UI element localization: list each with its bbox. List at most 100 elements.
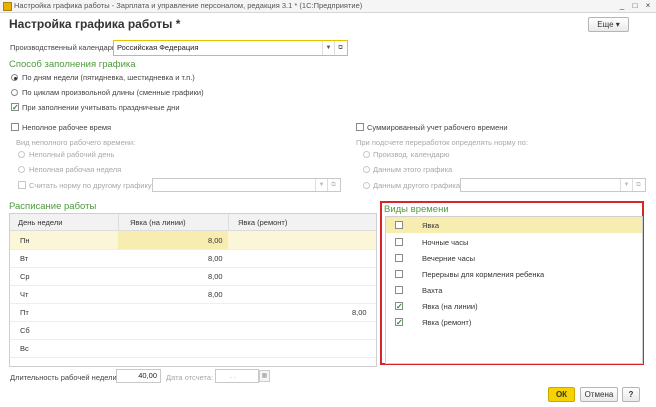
col-divider xyxy=(118,214,119,230)
radio-by-weekdays[interactable] xyxy=(11,74,18,81)
time-type-label: Явка xyxy=(422,221,440,230)
row-day: Пн xyxy=(20,236,30,245)
radio-this-schedule-label: Данным этого графика xyxy=(373,165,453,174)
row-day: Вт xyxy=(20,254,29,263)
time-type-label: Вахта xyxy=(422,286,443,295)
row-repair: 8,00 xyxy=(352,308,367,317)
row-line: 8,00 xyxy=(208,272,223,281)
table-row[interactable]: Чт 8,00 xyxy=(10,285,376,304)
overtime-label: При подсчете переработок определять норм… xyxy=(356,138,528,147)
time-types-panel: Виды времени Явка Ночные часы Вечерние ч… xyxy=(380,201,644,365)
col-divider xyxy=(228,214,229,230)
open-icon[interactable]: ⧉ xyxy=(632,179,644,191)
window-title: Настройка графика работы - Зарплата и уп… xyxy=(14,1,363,10)
list-item[interactable]: ✓ Явка (на линии) xyxy=(386,298,642,314)
radio-this-schedule[interactable] xyxy=(363,166,370,173)
time-type-checkbox[interactable]: ✓ xyxy=(395,302,403,311)
close-window-button[interactable]: × xyxy=(643,1,653,10)
time-type-checkbox[interactable] xyxy=(395,270,403,278)
radio-other-schedule-label: Данным другого графика xyxy=(373,181,461,190)
time-type-checkbox[interactable] xyxy=(395,221,403,229)
norm-other-checkbox[interactable] xyxy=(18,181,26,189)
calendar-field[interactable]: Российская Федерация ▼ ⧉ xyxy=(113,40,348,56)
schedule-title: Расписание работы xyxy=(9,201,97,212)
norm-other-label: Считать норму по другому графику: xyxy=(29,181,154,190)
part-time-checkbox[interactable] xyxy=(11,123,19,131)
row-day: Сб xyxy=(20,326,30,335)
table-row[interactable]: Вт 8,00 xyxy=(10,249,376,268)
summary-label: Суммированный учет рабочего времени xyxy=(367,123,508,132)
calendar-icon[interactable]: ▦ xyxy=(259,370,270,382)
open-icon[interactable]: ⧉ xyxy=(334,41,346,55)
table-row[interactable]: Вс xyxy=(10,339,376,358)
time-type-checkbox[interactable]: ✓ xyxy=(395,318,403,327)
time-type-label: Явка (на линии) xyxy=(422,302,478,311)
chevron-down-icon[interactable]: ▼ xyxy=(322,41,334,55)
schedule-header: День недели Явка (на линии) Явка (ремонт… xyxy=(10,214,376,231)
summary-checkbox[interactable] xyxy=(356,123,364,131)
col-day: День недели xyxy=(18,218,63,227)
chevron-down-icon[interactable]: ▼ xyxy=(620,179,632,191)
radio-by-cycles[interactable] xyxy=(11,89,18,96)
radio-prod-calendar-label: Производ. календарю xyxy=(373,150,450,159)
list-item[interactable]: Вахта xyxy=(386,282,642,298)
table-row[interactable]: Сб xyxy=(10,321,376,340)
holidays-checkbox[interactable]: ✓ xyxy=(11,103,19,112)
row-day: Вс xyxy=(20,344,29,353)
list-item[interactable]: Явка xyxy=(386,217,642,233)
ok-button[interactable]: ОК xyxy=(548,387,575,402)
week-length-value: 40,00 xyxy=(138,371,157,380)
holidays-label: При заполнении учитывать праздничные дни xyxy=(22,103,180,112)
cancel-button[interactable]: Отмена xyxy=(580,387,618,402)
table-row[interactable]: Ср 8,00 xyxy=(10,267,376,286)
row-day: Чт xyxy=(20,290,29,299)
time-type-label: Явка (ремонт) xyxy=(422,318,472,327)
schedule-table: День недели Явка (на линии) Явка (ремонт… xyxy=(9,213,377,367)
week-length-field[interactable]: 40,00 xyxy=(116,369,161,383)
start-date-field[interactable]: . . xyxy=(215,369,259,383)
maximize-button[interactable]: □ xyxy=(630,1,640,10)
more-menu-button[interactable]: Еще ▾ xyxy=(588,17,629,32)
row-line: 8,00 xyxy=(208,254,223,263)
row-line: 8,00 xyxy=(208,236,223,245)
other-schedule-field[interactable]: ▼ ⧉ xyxy=(460,178,646,192)
time-type-label: Вечерние часы xyxy=(422,254,475,263)
list-item[interactable]: Перерывы для кормления ребенка xyxy=(386,266,642,282)
col-repair: Явка (ремонт) xyxy=(238,218,288,227)
time-type-checkbox[interactable] xyxy=(395,286,403,294)
time-types-list: Явка Ночные часы Вечерние часы Перерывы … xyxy=(385,216,643,364)
radio-by-weekdays-label: По дням недели (пятидневка, шестидневка … xyxy=(22,73,195,82)
form-title: Настройка графика работы * xyxy=(9,17,181,31)
radio-prod-calendar[interactable] xyxy=(363,151,370,158)
chevron-down-icon[interactable]: ▼ xyxy=(315,179,327,191)
start-date-value: . . xyxy=(230,371,237,380)
radio-part-day-label: Неполный рабочий день xyxy=(29,150,115,159)
radio-part-day[interactable] xyxy=(18,151,25,158)
minimize-button[interactable]: _ xyxy=(617,1,627,10)
col-line: Явка (на линии) xyxy=(130,218,186,227)
radio-by-cycles-label: По циклам произвольной длины (сменные гр… xyxy=(22,88,204,97)
week-length-label: Длительность рабочей недели: xyxy=(10,373,119,382)
radio-part-week-label: Неполная рабочая неделя xyxy=(29,165,122,174)
table-row[interactable]: Пт 8,00 xyxy=(10,303,376,322)
app-icon xyxy=(3,2,12,11)
list-item[interactable]: Ночные часы xyxy=(386,234,642,250)
fill-method-title: Способ заполнения графика xyxy=(9,59,136,70)
radio-other-schedule[interactable] xyxy=(363,182,370,189)
window-titlebar: Настройка графика работы - Зарплата и уп… xyxy=(0,0,656,13)
radio-part-week[interactable] xyxy=(18,166,25,173)
time-types-title: Виды времени xyxy=(384,204,449,215)
help-button[interactable]: ? xyxy=(622,387,640,402)
part-time-kind-label: Вид неполного рабочего времени: xyxy=(16,138,136,147)
table-row[interactable]: Пн 8,00 xyxy=(10,231,376,250)
norm-schedule-field[interactable]: ▼ ⧉ xyxy=(152,178,341,192)
time-type-checkbox[interactable] xyxy=(395,238,403,246)
list-item[interactable]: Вечерние часы xyxy=(386,250,642,266)
open-icon[interactable]: ⧉ xyxy=(327,179,339,191)
time-type-label: Перерывы для кормления ребенка xyxy=(422,270,545,279)
row-line: 8,00 xyxy=(208,290,223,299)
list-item[interactable]: ✓ Явка (ремонт) xyxy=(386,314,642,330)
time-type-checkbox[interactable] xyxy=(395,254,403,262)
part-time-label: Неполное рабочее время xyxy=(22,123,112,132)
calendar-label: Производственный календарь: xyxy=(10,43,118,52)
